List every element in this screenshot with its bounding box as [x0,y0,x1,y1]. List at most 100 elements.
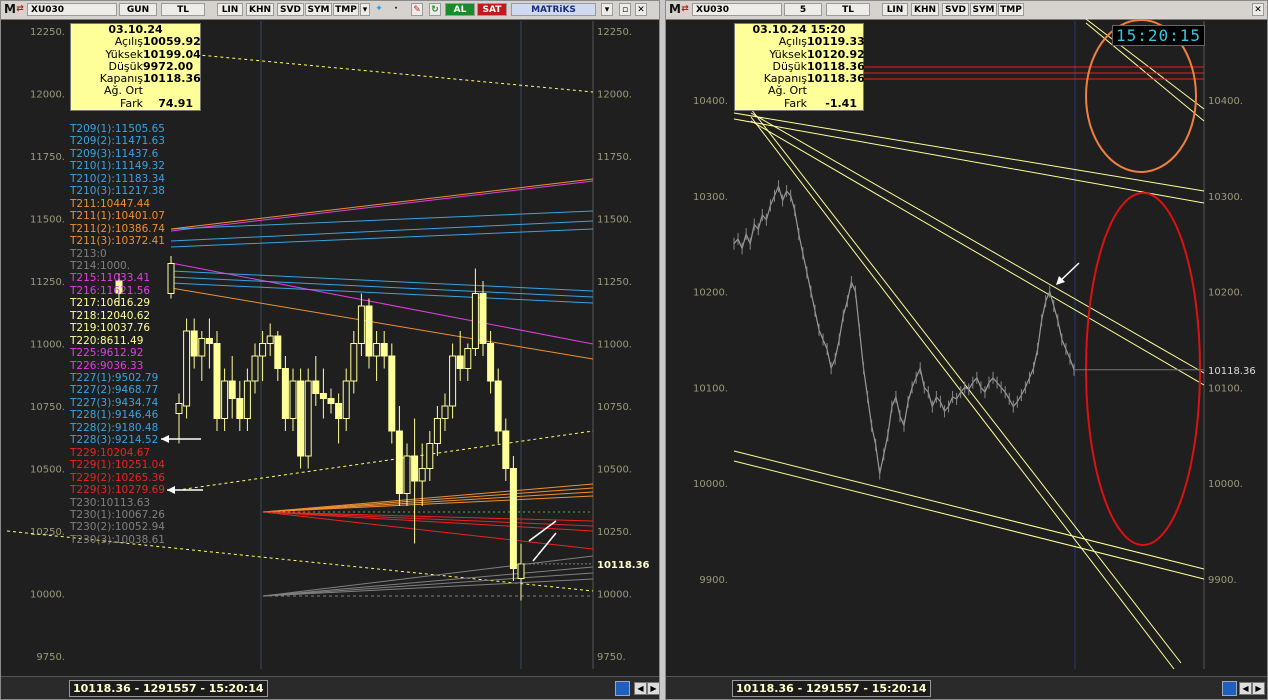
trendline-label: T229(1):10251.04 [70,459,165,472]
trendline-label: T229(3):10279.69 [70,484,165,497]
y-tick-label-right: 10100. [1208,383,1243,394]
trendline-label: T209(1):11505.65 [70,123,165,135]
info-row: Ağ. Ort [735,84,863,98]
candle-body [304,380,312,457]
y-tick-label-left: 10200. [693,288,728,299]
y-tick-label-left: 10000. [30,590,65,601]
y-tick-label-left: 12000. [30,90,65,101]
scroll-left-icon[interactable]: ◀ [634,682,647,695]
info-value: 74.91 [158,96,193,110]
candle-body [464,348,472,369]
trendline-label: T227(3):9434.74 [70,396,159,409]
intraday-chart-window: M ⇄ XU030 5 TL LIN KHN SVD SYM TMP ✕ 104… [665,0,1268,700]
candle-body [274,335,282,369]
trendline [170,270,594,292]
candle-body [297,380,305,457]
candle-body [357,305,365,344]
y-tick-label-right: 10200. [1208,288,1243,299]
trendline-label: T229(2):10265.36 [70,471,165,484]
candle-body [259,343,267,357]
y-tick-label-right: 10400. [1208,96,1243,107]
y-tick-label-left: 11250. [30,277,65,288]
scroll-right-icon[interactable]: ▶ [1252,682,1265,695]
y-tick-label-right: 12250. [597,27,632,38]
trendline-label: T216:11621.56 [70,284,151,297]
trendline [262,511,594,522]
y-tick-label-right: 10300. [1208,192,1243,203]
info-label: Açılış [114,35,143,49]
trendline-label: T210(2):11183.34 [70,172,165,185]
candle-body [509,468,517,569]
trendline-label: T226:9036.33 [70,359,144,372]
trendline-label: T210(1):11149.32 [70,160,165,173]
trendline [262,511,594,532]
trendline [262,511,594,527]
candle-body [388,355,396,432]
candle-body [167,263,175,294]
scroll-right-icon[interactable]: ▶ [647,682,659,695]
annotation-arrow [532,532,557,562]
daily-chart-window: M ⇄ XU030 GUN TL LIN KHN SVD SYM TMP ▾ ✦… [0,0,660,700]
trendline [262,487,594,513]
candle-body [441,405,449,419]
trendline-label: T230:10113.63 [70,496,151,509]
y-tick-label-right: 10000. [1208,479,1243,490]
trendline-label: T229:10204.67 [70,446,151,459]
trendline-label: T225:9612.92 [70,347,144,360]
candle-body [494,380,502,432]
candle-body [502,430,510,469]
trendline-label: T227(2):9468.77 [70,384,159,397]
info-value: 10059.92 [143,35,201,49]
candle-body [289,380,297,419]
status-text: 10118.36 - 1291557 - 15:20:14 [732,680,931,697]
scroll-left-icon[interactable]: ◀ [1239,682,1252,695]
candle-body [243,380,251,419]
y-tick-label-left: 10300. [693,192,728,203]
candle-body [426,443,434,469]
trendline [170,210,594,230]
candle-body [175,403,183,414]
y-tick-label-left: 10000. [693,479,728,490]
info-row: Açılış 10059.92 [71,35,201,49]
info-label: Fark [784,96,807,110]
info-value [807,85,857,97]
scroll-sync-icon[interactable] [615,681,630,696]
trendline-label: T210(3):11217.38 [70,185,165,198]
trendline-label: T220:8611.49 [70,334,144,347]
info-row: Ağ. Ort [71,85,200,98]
candle-body [403,455,411,494]
trendline [750,108,1182,664]
info-row: Açılış 10119.33 [735,35,865,49]
candle-body [266,335,274,344]
y-tick-label-left: 10250. [30,527,65,538]
trendline-label: T230(3):10038.61 [70,533,165,546]
y-tick-label-left: 10750. [30,402,65,413]
trendline [750,120,1205,386]
candle-body [327,398,335,404]
info-value: 10118.36 [807,72,865,86]
info-row: Fark -1.41 [735,96,863,110]
candle-body [411,455,419,482]
scroll-sync-icon[interactable] [1222,681,1237,696]
candle-body [251,355,259,382]
trendline-label: T227(1):9502.79 [70,372,159,384]
candle-body [281,368,289,419]
candle-body [198,338,206,357]
price-marker: 10118.36 [1208,366,1256,377]
y-tick-label-left: 9900. [699,575,728,586]
trendline [750,116,1175,670]
price-marker: 10118.36 [597,560,650,571]
candle-body [517,563,525,580]
info-value: 10118.36 [143,72,201,86]
trendline-label: T218:12040.62 [70,309,151,322]
y-tick-label-right: 11750. [597,152,632,163]
y-tick-label-left: 11000. [30,340,65,351]
candle-body [456,355,464,369]
candle-body [221,380,229,419]
info-label: Ağ. Ort [768,84,807,98]
trendline-label: T211(1):10401.07 [70,210,165,223]
info-row: Fark 74.91 [71,96,200,110]
info-label: Açılış [778,35,807,49]
y-tick-label-right: 9750. [597,652,626,663]
candle-body [342,380,350,419]
